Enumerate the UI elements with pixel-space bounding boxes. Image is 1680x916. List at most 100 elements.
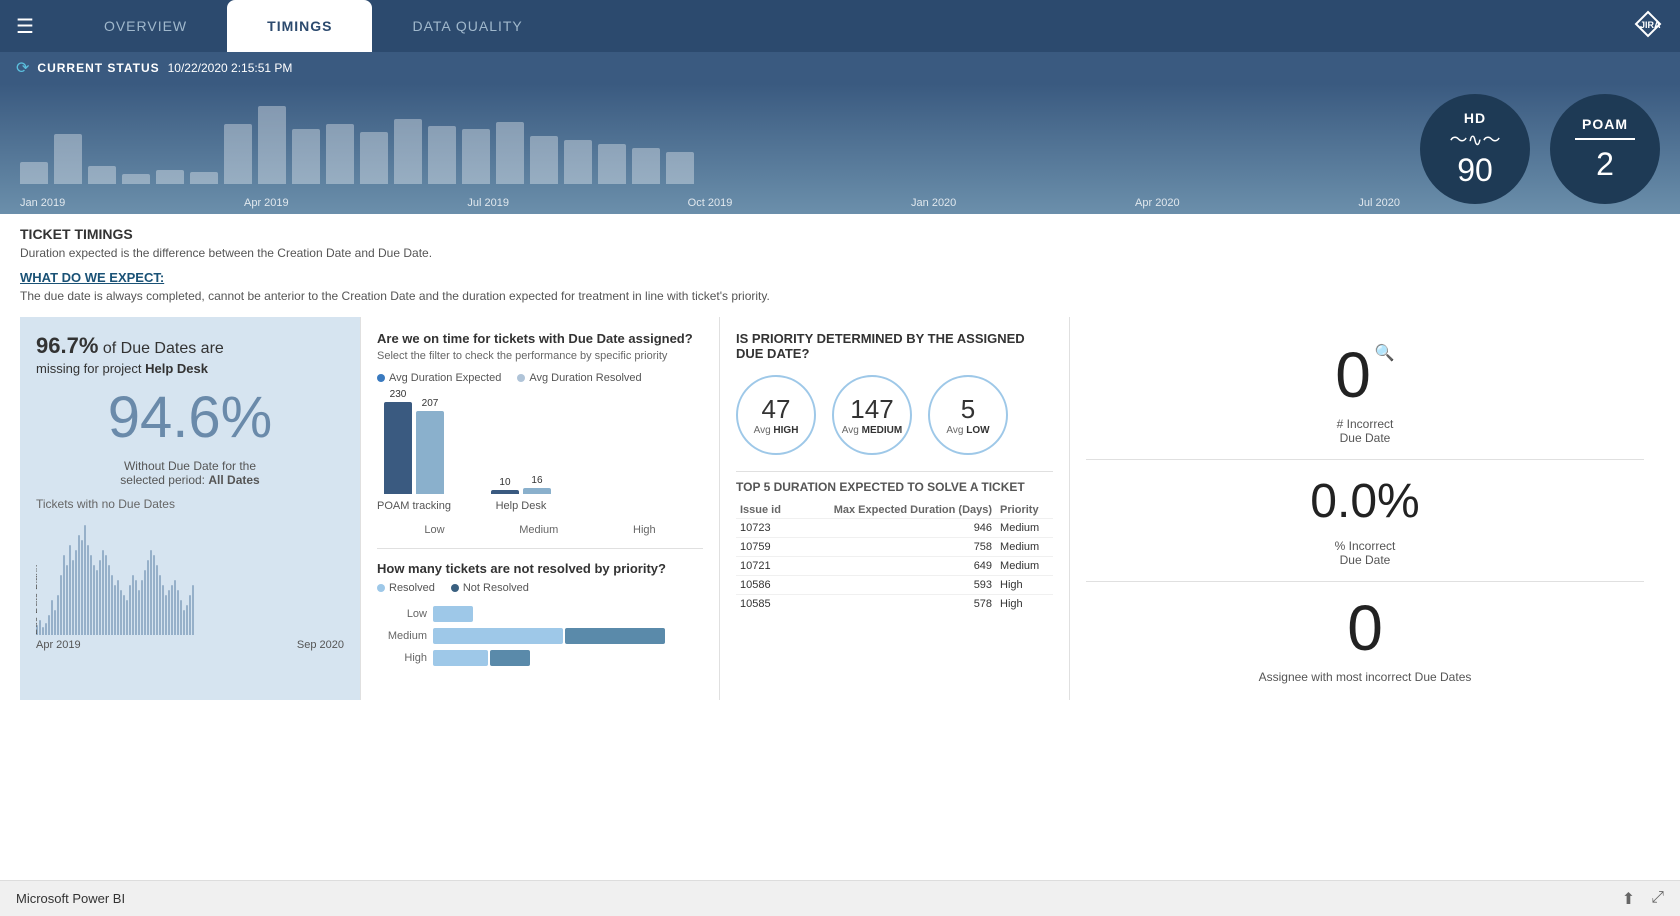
chart-label-jan2020: Jan 2020 [911,197,956,209]
date-range-row: Apr 2019 Sep 2020 [36,639,344,651]
h-bar-low: Low [377,606,703,622]
poam-resolved-val: 207 [422,398,439,409]
hd-metric-circle: HD 〜∿〜 90 [1420,94,1530,204]
priority-1: Medium [996,519,1053,538]
svg-text:JIRA: JIRA [1640,20,1661,30]
mini-bar [93,565,95,635]
due-date-missing-text: of Due Dates are [103,340,224,357]
priority-panel: IS PRIORITY DETERMINED BY THE ASSIGNED D… [720,317,1070,700]
assignee-value: 0 [1347,596,1383,660]
poam-bar-label: POAM tracking [377,500,451,512]
mini-bar [72,560,74,635]
poam-expected-val: 230 [390,389,407,400]
h-bar-resolved-medium [433,628,563,644]
legend-expected: Avg Duration Expected [377,372,501,384]
nav-item-timings[interactable]: TIMINGS [227,0,372,52]
hd-title: HD [1464,110,1486,126]
bar-9 [292,129,320,184]
bar-5 [156,170,184,184]
chart-label-oct2019: Oct 2019 [688,197,733,209]
helpdesk-bar-group: 10 16 Help Desk [491,475,551,512]
mini-bar [186,605,188,635]
without-text: Without Due Date for the selected period… [36,459,344,487]
nav-item-overview[interactable]: OVERVIEW [64,0,227,52]
hd-expected-bar [491,490,519,494]
h-bar-not-resolved-medium [565,628,665,644]
priority-3: Medium [996,557,1053,576]
header-bar-chart [20,94,1660,184]
mini-bar [111,575,113,635]
mini-bar [183,610,185,635]
chart-label-jan2019: Jan 2019 [20,197,65,209]
x-label-medium: Medium [519,524,558,536]
mini-bar [78,535,80,635]
priority-low-label: Avg LOW [946,425,989,436]
legend-dot-expected [377,374,385,382]
top5-table: Issue id Max Expected Duration (Days) Pr… [736,502,1053,613]
poam-bar-pair: 230 207 [384,389,444,494]
expand-icon[interactable]: ⤢ [1651,889,1664,909]
bar-20 [666,152,694,184]
hamburger-menu[interactable]: ☰ [16,14,34,39]
bar-4 [122,174,150,184]
mini-bar [54,610,56,635]
mini-bar [75,550,77,635]
search-icon[interactable]: 🔍 [1375,343,1395,363]
incorrect-pct-value: 0.0% [1310,474,1419,529]
chart-x-labels: Jan 2019 Apr 2019 Jul 2019 Oct 2019 Jan … [20,197,1400,209]
table-row: 10759 758 Medium [736,538,1053,557]
date-end: Sep 2020 [297,639,344,651]
mini-bar [174,580,176,635]
mini-bar [42,627,44,635]
bar-13 [428,126,456,184]
legend-dot-resolved2 [377,584,385,592]
chart-label-jul2019: Jul 2019 [467,197,509,209]
priority-2: Medium [996,538,1053,557]
bar-3 [88,166,116,184]
mini-bar [102,550,104,635]
bar-1 [20,162,48,184]
share-icon[interactable]: ⬆ [1622,889,1635,909]
incorrect-pct-label: % IncorrectDue Date [1335,539,1396,567]
col-issue-id: Issue id [736,502,795,519]
duration-3: 649 [795,557,996,576]
date-start: Apr 2019 [36,639,81,651]
nav-item-data-quality[interactable]: DATA QUALITY [372,0,562,52]
table-row: 10586 593 High [736,576,1053,595]
dashboard-row: 96.7% of Due Dates are missing for proje… [20,317,1660,700]
horizontal-bar-chart: Low Medium High [377,606,703,666]
priority-high-value: 47 [762,394,791,425]
top-navigation: ☰ OVERVIEW TIMINGS DATA QUALITY JIRA [0,0,1680,52]
mini-bar [177,590,179,635]
h-bar-not-resolved-high [490,650,530,666]
mini-bar [135,580,137,635]
hd-expected-val: 10 [499,477,510,488]
mini-bar [123,595,125,635]
priority-medium-label: Avg MEDIUM [842,425,902,436]
bar-10 [326,124,354,184]
legend-resolved: Avg Duration Resolved [517,372,641,384]
bar-17 [564,140,592,184]
project-name: Help Desk [145,361,208,376]
mini-bar [141,580,143,635]
legend-dot-resolved [517,374,525,382]
status-icon: ⟳ [16,58,29,78]
on-time-subtitle: Select the filter to check the performan… [377,350,703,362]
mini-bar [117,580,119,635]
chart-label-apr2019: Apr 2019 [244,197,289,209]
hd-resolved-val: 16 [531,475,542,486]
incorrect-date-value: 0 [1335,343,1371,407]
big-percent-94: 94.6% [36,384,344,451]
mini-bar [48,615,50,635]
left-panel: 96.7% of Due Dates are missing for proje… [20,317,360,700]
poam-expected-bar [384,402,412,494]
h-bar-label-high: High [377,652,427,664]
status-label: CURRENT STATUS [37,61,159,75]
mini-bar [165,595,167,635]
on-time-title: Are we on time for tickets with Due Date… [377,331,703,346]
h-bar-label-low: Low [377,608,427,620]
mini-bar [192,585,194,635]
h-bar-resolved-high [433,650,488,666]
how-many-title: How many tickets are not resolved by pri… [377,561,703,576]
hd-value: 90 [1457,152,1493,189]
